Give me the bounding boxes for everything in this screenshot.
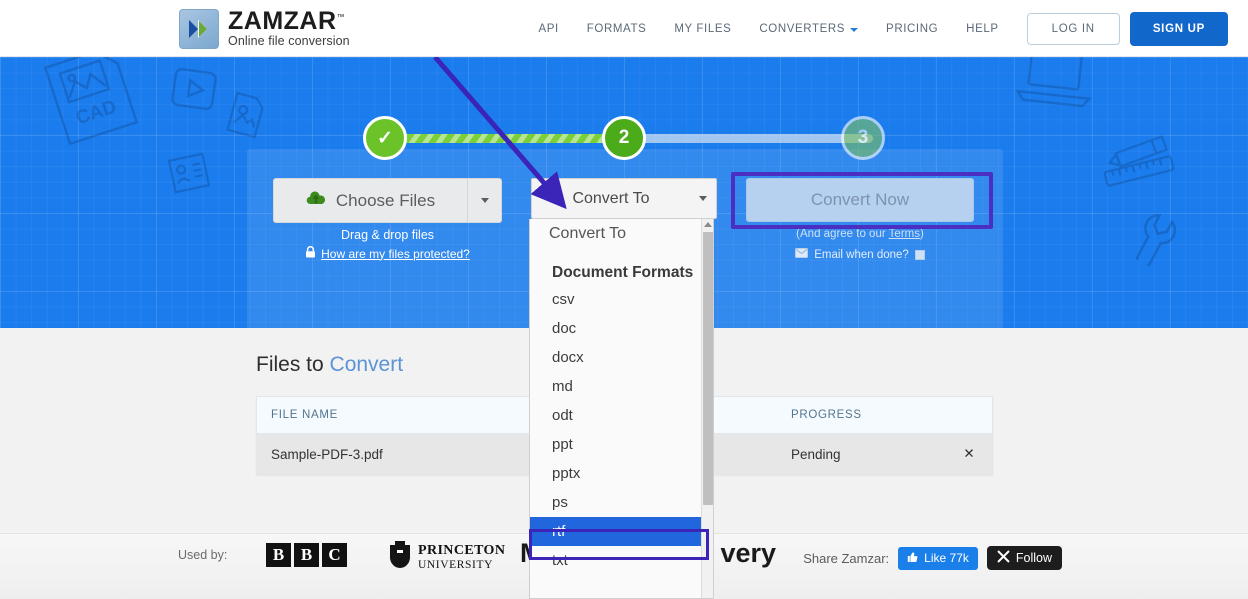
chevron-down-icon [481, 198, 489, 203]
log-in-button[interactable]: LOG IN [1027, 13, 1120, 45]
cloud-upload-icon [306, 190, 326, 211]
convert-to-label: Convert To [532, 190, 690, 208]
dropdown-option-doc[interactable]: doc [530, 314, 702, 343]
triangle-up-icon[interactable] [704, 222, 712, 227]
files-title-accent: Convert [330, 353, 404, 376]
dropdown-option-csv[interactable]: csv [530, 285, 702, 314]
terms-link[interactable]: Terms [889, 228, 920, 240]
x-logo-icon [997, 550, 1010, 566]
step-2-active[interactable]: 2 [602, 116, 646, 160]
dropdown-scrollbar-thumb[interactable] [703, 232, 713, 505]
dropdown-option-docx[interactable]: docx [530, 343, 702, 372]
files-to-convert-title: Files to Convert [256, 353, 403, 377]
nav-converters-label: CONVERTERS [759, 23, 845, 35]
tablet-sketch-icon [1012, 57, 1098, 115]
logo-tagline: Online file conversion [228, 35, 350, 48]
bbc-letter-1: B [266, 543, 291, 567]
files-title-prefix: Files to [256, 353, 330, 376]
choose-files-dropdown-toggle[interactable] [467, 179, 501, 222]
terms-agreement-text: (And agree to our Terms) [746, 228, 974, 240]
logo-trademark: ™ [337, 13, 346, 22]
princeton-line-2: UNIVERSITY [418, 559, 505, 571]
zamzar-conversion-page: ZAMZAR™ Online file conversion API FORMA… [0, 0, 1248, 599]
chevron-down-icon [850, 28, 858, 32]
nav-pricing[interactable]: PRICING [872, 23, 952, 35]
dropdown-option-ps[interactable]: ps [530, 488, 702, 517]
dropdown-option-convert-to[interactable]: Convert To [530, 219, 702, 249]
contact-file-sketch-icon [164, 149, 213, 197]
progress-line-pending [631, 134, 873, 143]
princeton-shield-icon [388, 541, 412, 574]
x-follow-button[interactable]: Follow [987, 546, 1062, 570]
convert-now-button[interactable]: Convert Now [746, 178, 974, 222]
sign-up-button[interactable]: SIGN UP [1130, 12, 1228, 46]
email-when-done-row: Email when done? [746, 248, 974, 261]
step-1-complete[interactable]: ✓ [363, 116, 407, 160]
bbc-letter-3: C [322, 543, 347, 567]
nav-pricing-label: PRICING [886, 23, 938, 35]
cell-progress: Pending [777, 447, 946, 462]
share-label: Share Zamzar: [803, 551, 889, 566]
nav-formats-label: FORMATS [587, 23, 647, 35]
nav-api[interactable]: API [524, 23, 572, 35]
chevrons-right-icon [179, 9, 219, 49]
video-file-sketch-icon [167, 64, 221, 114]
step-3-upcoming[interactable]: 3 [841, 116, 885, 160]
site-header: ZAMZAR™ Online file conversion API FORMA… [0, 0, 1248, 57]
nav-my-files-label: MY FILES [674, 23, 731, 35]
chevron-down-icon [699, 196, 707, 201]
files-protected-hint: How are my files protected? [273, 246, 502, 261]
nav-converters[interactable]: CONVERTERS [745, 23, 872, 35]
bbc-logo: B B C [266, 543, 347, 567]
email-when-done-checkbox[interactable] [915, 250, 925, 260]
dropdown-group-document-formats: Document Formats [530, 249, 702, 285]
dropdown-options: Convert To Document Formats csv doc docx… [530, 219, 702, 598]
converter-controls: Choose Files Drag & drop files How are m… [247, 178, 1003, 224]
used-by-label: Used by: [178, 548, 227, 562]
main-navigation: API FORMATS MY FILES CONVERTERS PRICING … [524, 0, 1228, 57]
dropdown-option-md[interactable]: md [530, 372, 702, 401]
terms-suffix: ) [920, 228, 924, 240]
share-zamzar-group: Share Zamzar: Like 77k Follow [803, 546, 1062, 570]
dropdown-option-ppt[interactable]: ppt [530, 430, 702, 459]
choose-files-label: Choose Files [336, 191, 435, 211]
nav-help[interactable]: HELP [952, 23, 1012, 35]
dropdown-option-txt[interactable]: txt [530, 546, 702, 575]
dropdown-scrollbar[interactable] [701, 219, 713, 598]
zamzar-logo[interactable]: ZAMZAR™ Online file conversion [179, 9, 350, 50]
thumbs-up-icon [907, 551, 919, 566]
bbc-letter-2: B [294, 543, 319, 567]
drag-drop-hint: Drag & drop files [273, 228, 502, 242]
terms-prefix: (And agree to our [796, 228, 889, 240]
nav-help-label: HELP [966, 23, 998, 35]
convert-to-dropdown-button[interactable]: Convert To [531, 178, 717, 219]
dropdown-option-pptx[interactable]: pptx [530, 459, 702, 488]
email-when-done-label: Email when done? [814, 249, 909, 261]
princeton-logo: PRINCETON UNIVERSITY [388, 541, 505, 574]
files-protected-link[interactable]: How are my files protected? [321, 247, 470, 261]
dropdown-option-rtf-selected[interactable]: rtf [530, 517, 702, 546]
svg-text:CAD: CAD [73, 96, 119, 129]
nav-my-files[interactable]: MY FILES [660, 23, 745, 35]
nav-formats[interactable]: FORMATS [573, 23, 661, 35]
facebook-like-label: Like 77k [924, 551, 969, 565]
x-follow-label: Follow [1016, 551, 1052, 565]
envelope-icon [795, 248, 808, 261]
convert-to-dropdown-list[interactable]: Convert To Document Formats csv doc docx… [529, 219, 714, 599]
close-icon[interactable]: ✕ [946, 446, 992, 462]
progress-steps: ✓ 2 3 [363, 116, 883, 160]
choose-files-button[interactable]: Choose Files [273, 178, 502, 223]
princeton-line-1: PRINCETON [418, 544, 505, 559]
dropdown-option-odt[interactable]: odt [530, 401, 702, 430]
logo-wordmark: ZAMZAR [228, 7, 337, 35]
nav-api-label: API [538, 23, 558, 35]
column-header-progress: PROGRESS [777, 409, 946, 421]
lock-icon [305, 246, 316, 261]
facebook-like-button[interactable]: Like 77k [898, 547, 978, 570]
third-logo-tail: very [721, 538, 777, 568]
